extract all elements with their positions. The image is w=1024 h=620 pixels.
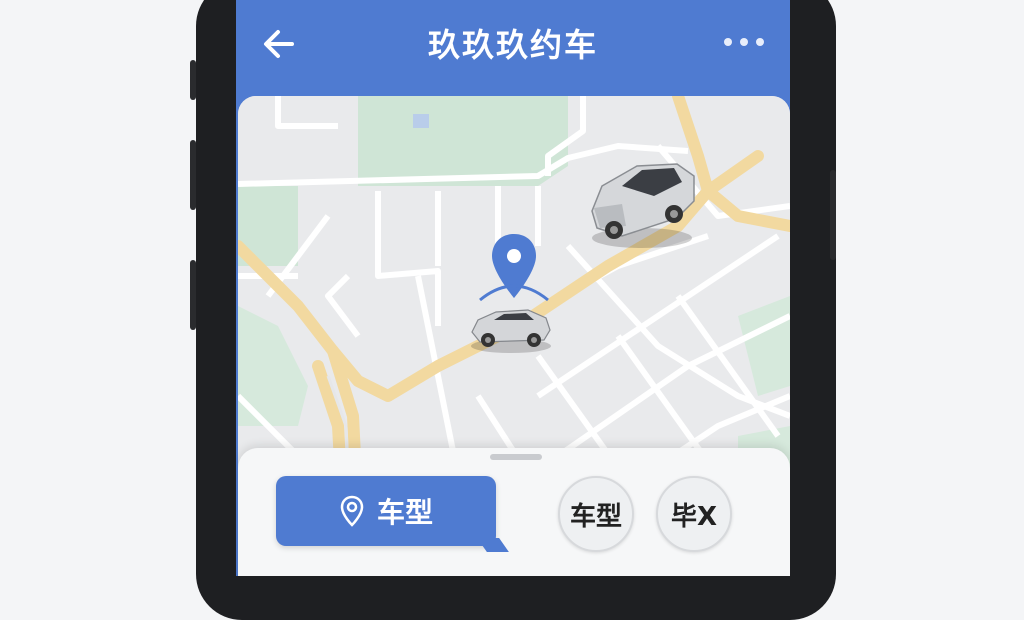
phone-side-button — [190, 140, 196, 210]
page-title: 玖玖玖约车 — [427, 26, 598, 64]
more-button[interactable] — [722, 30, 766, 54]
option-label: 毕X — [670, 501, 718, 532]
phone-side-button — [190, 260, 196, 330]
button-tail — [477, 538, 509, 552]
vehicle-type-button[interactable]: 车型 — [276, 476, 509, 552]
park-area — [358, 96, 568, 186]
app-bar: 玖玖玖约车 — [236, 0, 790, 92]
bottom-sheet: 车型 车型 毕X — [238, 448, 790, 576]
water-area — [413, 114, 429, 128]
car-marker[interactable] — [466, 296, 556, 356]
more-horizontal-icon — [724, 38, 764, 46]
vehicle-type-label: 车型 — [376, 496, 433, 529]
option-label: 车型 — [569, 501, 622, 532]
app-screen: 玖玖玖约车 车型 车型 毕X — [236, 0, 790, 576]
option-button-vehicle-type[interactable]: 车型 — [558, 476, 634, 552]
car-marker[interactable] — [582, 156, 702, 251]
location-pin-icon — [340, 495, 364, 527]
phone-side-button — [830, 170, 836, 260]
drag-handle[interactable] — [490, 454, 542, 460]
phone-side-button — [190, 60, 196, 100]
option-button-secondary[interactable]: 毕X — [656, 476, 732, 552]
